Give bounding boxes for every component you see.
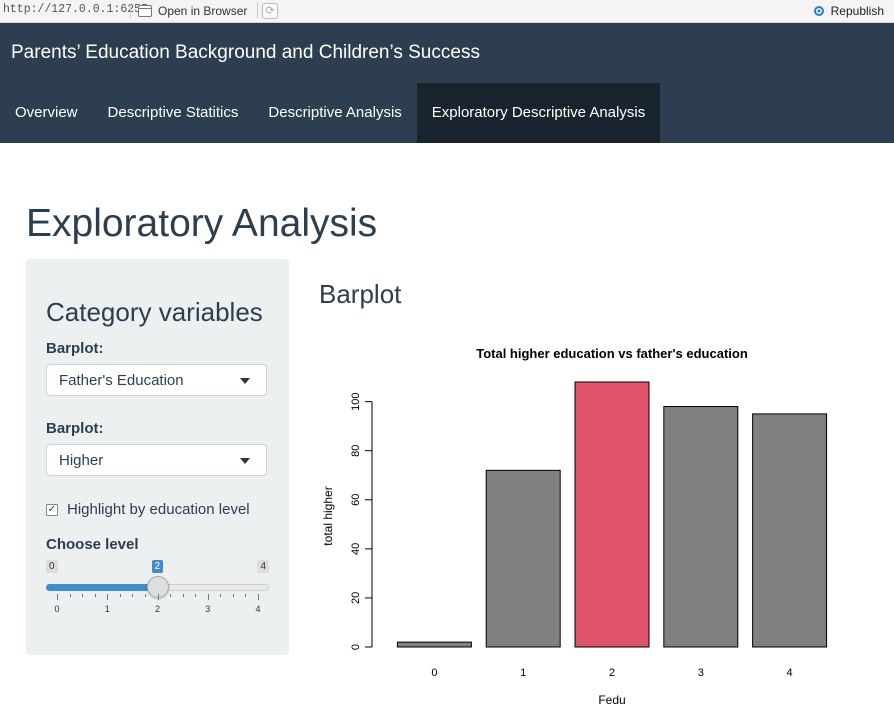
slider-fill [46,584,158,591]
url-text: http://127.0.0.1:6255 [3,3,148,16]
select1-value: Father's Education [59,372,184,389]
chevron-down-icon [240,458,250,464]
slider-tick [144,594,146,597]
republish-label: Republish [830,3,884,18]
x-tick-label: 3 [698,667,704,679]
toolbar-separator [130,3,131,18]
bar [752,413,828,648]
slider-tick [207,594,209,600]
slider-tick [258,594,259,600]
tab-exploratory-descriptive-analysis[interactable]: Exploratory Descriptive Analysis [416,83,661,143]
slider-tick [232,594,234,597]
slider-label: Choose level [46,536,139,553]
highlight-checkbox[interactable]: ✓ [46,503,58,516]
slider-tick-label: 1 [104,604,110,614]
open-in-browser-button[interactable]: Open in Browser [138,2,247,19]
toolbar-separator [257,3,258,18]
x-tick-label: 4 [787,667,793,679]
y-tick-label: 0 [350,644,362,650]
slider-min-label: 0 [46,560,58,573]
slider-tick [69,594,71,597]
republish-button[interactable]: Republish [812,2,884,19]
slider-tick [220,594,222,597]
sidebar-heading: Category variables [46,297,263,327]
tab-overview[interactable]: Overview [0,83,93,143]
slider-value-label: 2 [151,560,164,573]
slider-tick-label: 3 [205,604,211,614]
slider-tick [170,594,172,597]
y-tick-label: 60 [350,494,362,506]
tab-descriptive-analysis[interactable]: Descriptive Analysis [253,83,416,143]
x-tick-label: 1 [520,667,526,679]
y-tick-label: 20 [350,592,362,604]
slider-ticks: 0 1 2 3 4 [46,594,269,614]
bar [485,469,561,648]
tab-descriptive-statistics[interactable]: Descriptive Statitics [93,83,254,143]
y-tick-label: 40 [350,543,362,555]
plot-heading: Barplot [319,279,402,309]
higher-select[interactable]: Higher [46,444,267,476]
viewer-toolbar: http://127.0.0.1:6255 Open in Browser ⟳ … [0,0,894,23]
select2-label: Barplot: [46,420,104,437]
refresh-icon[interactable]: ⟳ [262,3,278,19]
tab-bar: Overview Descriptive Statitics Descripti… [0,83,661,143]
open-in-browser-label: Open in Browser [158,3,248,18]
page-title: Exploratory Analysis [26,202,378,245]
y-tick-label: 80 [350,445,362,457]
republish-icon [812,5,826,17]
browser-window-icon [138,4,152,17]
select2-value: Higher [59,452,104,469]
slider-tick [94,594,96,597]
app-title: Parents’ Education Background and Childr… [11,42,480,63]
father-education-select[interactable]: Father's Education [46,364,267,396]
x-axis-label: Fedu [598,693,625,707]
slider-tick-label: 2 [154,604,161,614]
slider-tick [182,594,184,597]
slider-tick-label: 4 [255,604,261,614]
slider-tick [132,594,134,597]
bar [396,641,472,648]
bar [663,406,739,648]
barplot-chart: Total higher education vs father's educa… [321,346,828,707]
slider-tick [245,594,247,597]
x-tick-label: 2 [609,667,615,679]
highlight-checkbox-row[interactable]: ✓ Highlight by education level [46,501,250,518]
level-slider[interactable]: 0 4 2 0 1 2 3 4 [46,559,269,619]
y-tick-label: 100 [350,392,362,410]
x-tick-label: 0 [431,667,437,679]
slider-tick [195,594,197,597]
bar [574,381,650,648]
slider-tick [107,594,109,600]
slider-max-label: 4 [257,560,269,573]
chevron-down-icon [240,378,250,384]
slider-tick [157,594,159,600]
select1-label: Barplot: [46,340,104,357]
sidebar-panel: Category variables Barplot: Father's Edu… [26,259,289,655]
navbar: Parents’ Education Background and Childr… [0,23,894,143]
chart-title: Total higher education vs father's educa… [476,346,748,361]
slider-tick [57,594,58,600]
slider-tick-label: 0 [54,604,60,614]
y-axis-label: total higher [321,486,335,545]
highlight-checkbox-label: Highlight by education level [67,501,250,518]
slider-tick [82,594,84,597]
slider-tick [119,594,121,597]
